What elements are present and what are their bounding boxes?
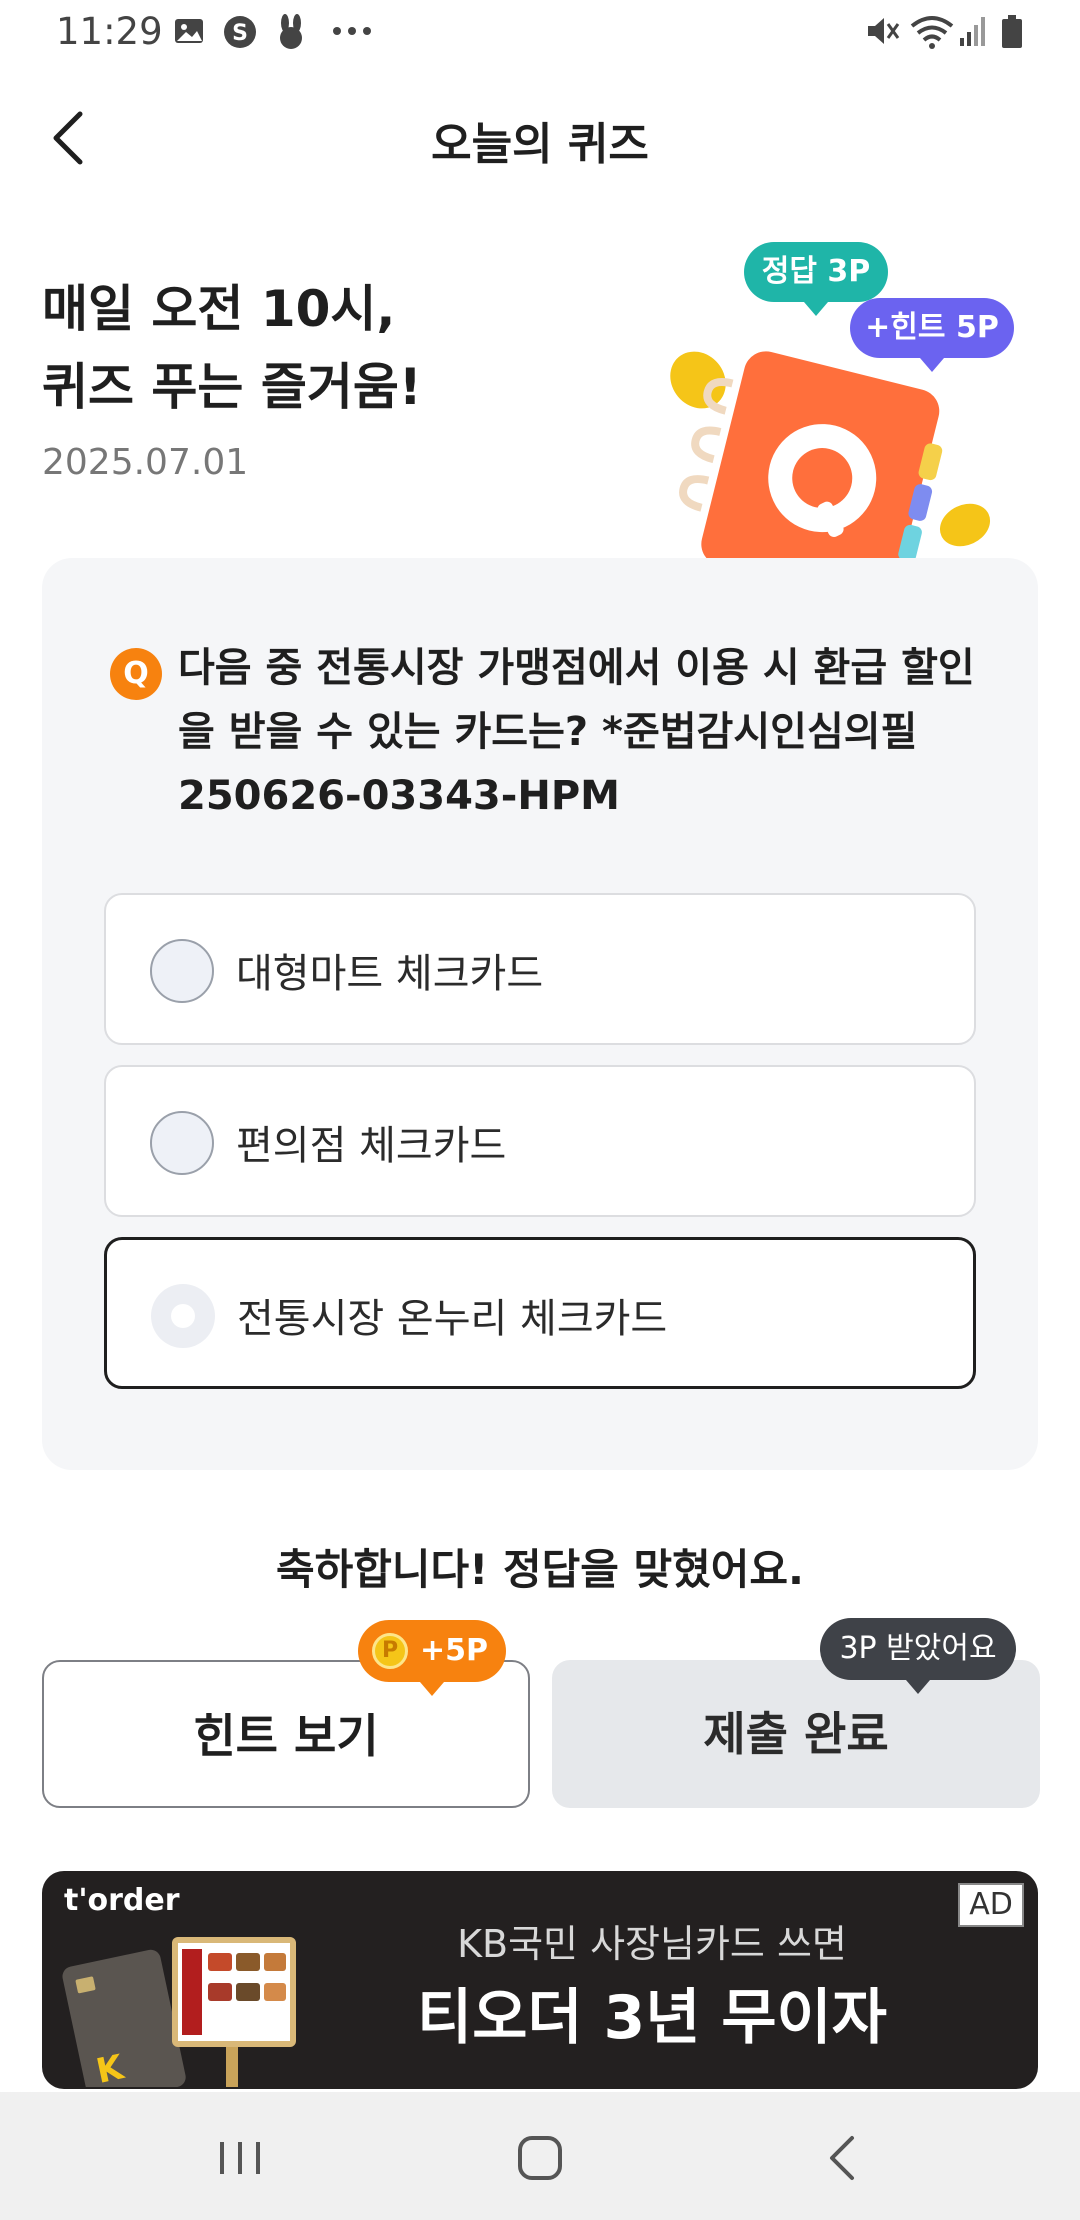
- option-label: 대형마트 체크카드: [236, 951, 544, 997]
- svg-text:S: S: [232, 21, 248, 46]
- more-dots-icon: [333, 27, 371, 35]
- card-and-tablet-image: K: [62, 1937, 296, 2087]
- answer-option-3[interactable]: 전통시장 온누리 체크카드: [104, 1237, 976, 1389]
- wifi-icon: [910, 16, 954, 49]
- hint-tag-points: +5P: [420, 1633, 488, 1668]
- hint-points-tag: P +5P: [358, 1620, 506, 1682]
- ad-brand-logo: t'order: [64, 1883, 180, 1918]
- rabbit-icon: [280, 14, 302, 49]
- answer-points-bubble: 정답 3P: [744, 242, 888, 302]
- question-badge: Q: [110, 648, 162, 700]
- status-time: 11:29: [56, 10, 163, 53]
- system-nav-bar: [0, 2092, 1080, 2220]
- submit-tag-tail: [906, 1680, 930, 1694]
- page-title: 오늘의 퀴즈: [431, 119, 649, 170]
- radio-button[interactable]: [150, 939, 214, 1003]
- hint-button[interactable]: 힌트 보기: [42, 1660, 530, 1808]
- hint-tag-tail: [420, 1682, 444, 1696]
- answer-option-2[interactable]: 편의점 체크카드: [104, 1065, 976, 1217]
- mute-icon: [868, 18, 900, 44]
- recents-icon[interactable]: [208, 2126, 272, 2190]
- submit-button[interactable]: 제출 완료: [552, 1660, 1040, 1808]
- battery-icon: [1002, 15, 1022, 48]
- radio-button[interactable]: [150, 1111, 214, 1175]
- gallery-icon: [175, 19, 203, 43]
- option-label: 편의점 체크카드: [236, 1123, 507, 1169]
- radio-button-selected[interactable]: [151, 1284, 215, 1348]
- answer-option-1[interactable]: 대형마트 체크카드: [104, 893, 976, 1045]
- option-label: 전통시장 온누리 체크카드: [237, 1296, 668, 1342]
- ad-banner[interactable]: t'order K AD KB국민 사장님카드 쓰면 티오더 3년 무이자: [42, 1871, 1038, 2089]
- s-app-icon: S: [224, 16, 256, 48]
- back-icon[interactable]: [812, 2126, 876, 2190]
- app-header: 오늘의 퀴즈: [0, 66, 1080, 206]
- question-text: 다음 중 전통시장 가맹점에서 이용 시 환급 할인을 받을 수 있는 카드는?…: [178, 645, 975, 819]
- result-message: 축하합니다! 정답을 맞혔어요.: [275, 1545, 805, 1594]
- status-bar: 11:29 S: [0, 0, 1080, 66]
- signal-icon: [960, 17, 985, 46]
- submit-points-tag: 3P 받았어요: [820, 1618, 1016, 1680]
- coin-icon: P: [372, 1633, 408, 1669]
- ad-subtitle: KB국민 사장님카드 쓰면: [457, 1922, 847, 1966]
- ad-headline: 티오더 3년 무이자: [417, 1983, 887, 2053]
- hero-date: 2025.07.01: [42, 442, 249, 483]
- home-icon[interactable]: [508, 2126, 572, 2190]
- hint-points-bubble: +힌트 5P: [850, 298, 1014, 358]
- radio-dot: [171, 1304, 195, 1328]
- answer-bubble-tail: [804, 302, 828, 316]
- hint-bubble-tail: [920, 358, 944, 372]
- hero-title: 매일 오전 10시, 퀴즈 푸는 즐거움!: [42, 280, 422, 416]
